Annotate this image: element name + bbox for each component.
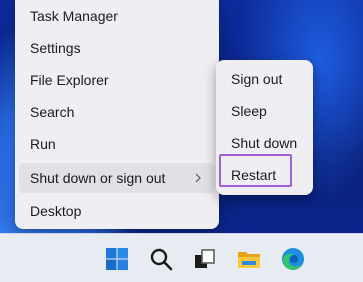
file-explorer-icon[interactable]	[236, 246, 262, 272]
menu-item-label: Task Manager	[30, 8, 118, 24]
taskbar	[0, 233, 363, 282]
menu-item-run[interactable]: Run	[19, 129, 215, 159]
menu-item-search[interactable]: Search	[19, 97, 215, 127]
menu-item-label: File Explorer	[30, 72, 109, 88]
search-icon[interactable]	[148, 246, 174, 272]
submenu-item-label: Shut down	[231, 135, 298, 151]
menu-item-label: Search	[30, 104, 75, 120]
menu-item-file-explorer[interactable]: File Explorer	[19, 65, 215, 95]
power-user-menu: Task Manager Settings File Explorer Sear…	[15, 0, 219, 229]
task-view-icon[interactable]	[192, 246, 218, 272]
menu-item-task-manager[interactable]: Task Manager	[19, 1, 215, 31]
menu-item-shut-down-or-sign-out[interactable]: Shut down or sign out	[19, 163, 215, 193]
edge-browser-icon[interactable]	[280, 246, 306, 272]
windows-start-icon[interactable]	[104, 246, 130, 272]
menu-item-label: Settings	[30, 40, 81, 56]
menu-item-label: Desktop	[30, 203, 82, 219]
submenu-item-label: Sleep	[231, 103, 267, 119]
submenu-item-sleep[interactable]: Sleep	[220, 96, 309, 126]
submenu-item-sign-out[interactable]: Sign out	[220, 64, 309, 94]
menu-item-label: Run	[30, 136, 56, 152]
restart-highlight-outline	[219, 154, 292, 187]
submenu-item-label: Sign out	[231, 71, 283, 87]
chevron-right-icon	[195, 173, 201, 183]
menu-item-settings[interactable]: Settings	[19, 33, 215, 63]
menu-item-label: Shut down or sign out	[30, 170, 166, 186]
menu-item-desktop[interactable]: Desktop	[19, 196, 215, 226]
